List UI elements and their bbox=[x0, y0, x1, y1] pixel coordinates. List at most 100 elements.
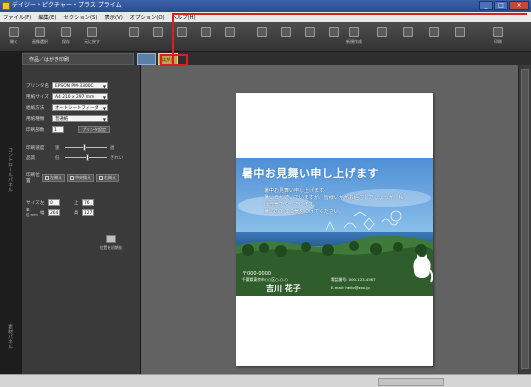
feed-method-select[interactable]: オートシートフィーダ ▼ bbox=[52, 104, 108, 111]
vertical-scrollbar[interactable] bbox=[518, 65, 531, 374]
settings-icon bbox=[455, 27, 465, 37]
paper-type-select[interactable]: 普通紙 ▼ bbox=[52, 115, 108, 122]
paste-icon bbox=[177, 27, 187, 37]
annotation-line bbox=[172, 13, 527, 15]
toolbar-image-select-button[interactable]: 画像選択 bbox=[30, 24, 50, 50]
toolbar-redo-button[interactable] bbox=[196, 24, 216, 50]
unit-label: 単位:mm bbox=[26, 207, 38, 217]
grid-icon bbox=[429, 27, 439, 37]
copies-input[interactable]: 1 bbox=[52, 126, 64, 133]
printer-select[interactable]: EPSON PM-3300C ▼ bbox=[52, 82, 108, 89]
toolbar-frame-button[interactable] bbox=[300, 24, 320, 50]
save-icon bbox=[61, 27, 71, 37]
reset-icon bbox=[106, 235, 116, 243]
quality-slider[interactable] bbox=[65, 154, 107, 161]
feed-method-label: 給紙方法 bbox=[26, 105, 45, 111]
align-left-button[interactable]: 左揃え bbox=[42, 173, 65, 182]
speed-slider-knob[interactable] bbox=[82, 144, 86, 151]
align-right-button[interactable]: 右揃え bbox=[96, 173, 119, 182]
material-panel-label[interactable]: 素材パネル bbox=[7, 324, 14, 349]
status-field bbox=[378, 378, 444, 386]
rotate-icon bbox=[257, 27, 267, 37]
toolbar-copy-button[interactable] bbox=[148, 24, 168, 50]
height-label: 高 bbox=[74, 210, 79, 216]
toolbar-open-button[interactable]: 開く bbox=[4, 24, 24, 50]
close-button[interactable]: × bbox=[509, 1, 529, 10]
annotation-highlight-box bbox=[160, 54, 188, 66]
top-label: 上 bbox=[74, 200, 79, 206]
speed-label: 印刷速度 bbox=[26, 145, 45, 151]
card-zip: 〒000-0000 bbox=[242, 271, 272, 277]
chevron-down-icon: ▼ bbox=[102, 84, 106, 89]
printer-setup-button[interactable]: プリンタ設定 bbox=[78, 126, 110, 133]
toolbar-stamp-button[interactable] bbox=[324, 24, 344, 50]
size-label: サイズ bbox=[26, 200, 40, 206]
toolbar-rotate-button[interactable] bbox=[252, 24, 272, 50]
width-label: 幅 bbox=[40, 210, 45, 216]
minimize-button[interactable]: _ bbox=[479, 1, 493, 10]
speed-slider[interactable] bbox=[65, 144, 107, 151]
menu-section[interactable]: セクション(S) bbox=[63, 13, 97, 21]
preview-canvas: 暑中お見舞い申し上げます 暑中お見舞い申し上げます。 暑い日が続いていますが、皆… bbox=[141, 65, 518, 374]
zoom-icon bbox=[403, 27, 413, 37]
text-icon bbox=[281, 27, 291, 37]
ruler-icon bbox=[377, 27, 387, 37]
chevron-down-icon: ▼ bbox=[102, 106, 106, 111]
toolbar-text-button[interactable] bbox=[276, 24, 296, 50]
toolbar-settings-button[interactable] bbox=[450, 24, 470, 50]
toolbar-ruler-button[interactable] bbox=[372, 24, 392, 50]
toolbar-paste-button[interactable] bbox=[172, 24, 192, 50]
postcard-image[interactable]: 暑中お見舞い申し上げます 暑中お見舞い申し上げます。 暑い日が続いていますが、皆… bbox=[236, 158, 433, 296]
toolbar-print-button[interactable]: 印刷 bbox=[488, 24, 508, 50]
align-left-icon bbox=[45, 175, 49, 180]
paper-type-label: 用紙種類 bbox=[26, 116, 45, 122]
width-input[interactable]: 264 bbox=[48, 209, 60, 216]
align-right-icon bbox=[99, 175, 103, 180]
left-label: 左 bbox=[40, 200, 45, 206]
tab-print-panel[interactable]: 作品／はがき印刷 bbox=[22, 53, 134, 65]
toolbar-new-button[interactable]: 新規作成 bbox=[342, 24, 366, 50]
paper-preview[interactable]: 暑中お見舞い申し上げます 暑中お見舞い申し上げます。 暑い日が続いていますが、皆… bbox=[236, 93, 433, 366]
quality-right-label: きれい bbox=[110, 155, 124, 161]
maximize-button[interactable]: □ bbox=[494, 1, 508, 10]
paper-size-select[interactable]: A4 210 x 297 mm ▼ bbox=[52, 93, 108, 100]
top-input[interactable]: 76 bbox=[82, 199, 94, 206]
toolbar-undo-button[interactable]: 元に戻す bbox=[82, 24, 102, 50]
app-icon bbox=[2, 2, 10, 10]
toolbar-save-button[interactable]: 保存 bbox=[56, 24, 76, 50]
control-panel-label[interactable]: コントロールパネル bbox=[7, 147, 14, 192]
card-name: 吉川 花子 bbox=[266, 284, 301, 293]
card-message: 暑中お見舞い申し上げます。 暑い日が続いていますが、皆様いかがお過ごしでしょうか… bbox=[264, 188, 404, 215]
toolbar-cut-button[interactable] bbox=[124, 24, 144, 50]
title-bar: デイジー・ピクチャー・プラス プライム _ □ × bbox=[0, 0, 531, 12]
chevron-down-icon: ▼ bbox=[102, 117, 106, 122]
toolbar-zoom-button[interactable] bbox=[398, 24, 418, 50]
undo-icon bbox=[87, 27, 97, 37]
card-phone: 電話番号: 000-123-4567 bbox=[331, 277, 376, 282]
card-title: 暑中お見舞い申し上げます bbox=[242, 167, 379, 180]
menu-view[interactable]: 表示(V) bbox=[104, 13, 122, 21]
paper-size-label: 用紙サイズ bbox=[26, 94, 49, 100]
quality-slider-knob[interactable] bbox=[86, 154, 90, 161]
menu-edit[interactable]: 編集(E) bbox=[38, 13, 56, 21]
alignment-label: 印刷位置 bbox=[26, 172, 40, 184]
folder-icon bbox=[9, 27, 19, 37]
left-dock-strip: コントロールパネル 素材パネル bbox=[0, 52, 22, 374]
toolbar-layer-button[interactable] bbox=[220, 24, 240, 50]
toolbar: 開く 画像選択 保存 元に戻す 新規作成 印刷 bbox=[0, 22, 531, 52]
menu-options[interactable]: オプション(O) bbox=[130, 13, 165, 21]
scissors-icon bbox=[129, 27, 139, 37]
card-email: E-mail: hello@xxx.jp bbox=[331, 285, 370, 290]
tab-document-a[interactable] bbox=[137, 53, 156, 65]
new-icon bbox=[349, 27, 359, 37]
reset-position-button[interactable]: 位置を初期化 bbox=[98, 233, 124, 255]
print-icon bbox=[493, 27, 503, 37]
toolbar-grid-button[interactable] bbox=[424, 24, 444, 50]
align-center-button[interactable]: 中央揃え bbox=[67, 173, 94, 182]
layer-icon bbox=[225, 27, 235, 37]
image-icon bbox=[35, 27, 45, 37]
scrollbar-thumb[interactable] bbox=[521, 69, 529, 369]
height-input[interactable]: 127 bbox=[82, 209, 94, 216]
menu-file[interactable]: ファイル(F) bbox=[3, 13, 31, 21]
left-input[interactable]: 0 bbox=[48, 199, 60, 206]
